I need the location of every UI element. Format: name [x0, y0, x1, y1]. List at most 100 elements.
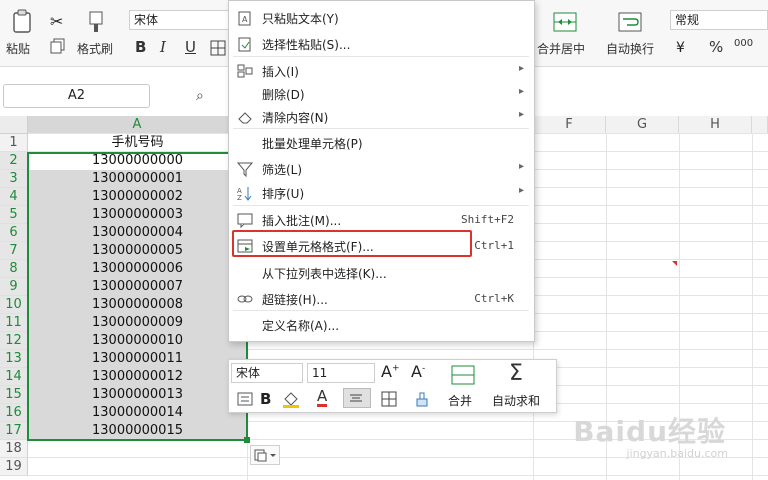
font-name-select[interactable]: 宋体: [129, 10, 229, 30]
menu-item-label: 删除(D): [262, 88, 305, 102]
paste-icon[interactable]: [9, 8, 35, 34]
underline-button[interactable]: U: [185, 38, 196, 56]
menu-item[interactable]: 定义名称(A)...: [229, 312, 532, 338]
row-header[interactable]: 5: [0, 206, 28, 224]
wrap-text-icon[interactable]: [618, 12, 642, 32]
menu-item-label: 插入批注(M)...: [262, 214, 342, 228]
currency-icon[interactable]: ¥: [676, 40, 685, 56]
row-header[interactable]: 12: [0, 332, 28, 350]
menu-item-label: 定义名称(A)...: [262, 319, 340, 333]
menu-item-label: 批量处理单元格(P): [262, 137, 363, 151]
border-icon[interactable]: [210, 40, 226, 56]
clear-format-icon[interactable]: [414, 391, 430, 407]
menu-item[interactable]: A Z 排序(U) ▸: [229, 180, 532, 206]
row-header[interactable]: 3: [0, 170, 28, 188]
format-painter-icon[interactable]: [86, 10, 106, 32]
mini-border-icon[interactable]: [381, 391, 397, 407]
align-center-icon[interactable]: [343, 388, 371, 408]
column-header-i[interactable]: [752, 116, 768, 134]
column-header-g[interactable]: G: [606, 116, 679, 134]
decrease-font-icon[interactable]: A-: [411, 362, 425, 381]
comment-marker: [672, 261, 677, 266]
wrap-icon[interactable]: [237, 391, 253, 407]
row-header[interactable]: 15: [0, 386, 28, 404]
row-header[interactable]: 17: [0, 422, 28, 440]
menu-item-label: 只粘贴文本(Y): [262, 12, 339, 26]
merge-center-button[interactable]: 合并居中: [537, 40, 585, 57]
paste-special-icon: [236, 36, 254, 52]
menu-item[interactable]: 超链接(H)... Ctrl+K: [229, 286, 532, 312]
mini-bold-button[interactable]: B: [260, 390, 271, 408]
row-header[interactable]: 14: [0, 368, 28, 386]
mini-merge-icon[interactable]: [451, 365, 475, 385]
mini-merge-button[interactable]: 合并: [448, 392, 472, 409]
copy-icon[interactable]: [50, 38, 65, 54]
menu-item[interactable]: 选择性粘贴(S)...: [229, 31, 532, 57]
row-header[interactable]: 10: [0, 296, 28, 314]
hyperlink-icon: [236, 291, 254, 307]
selection-range: [27, 152, 248, 441]
submenu-arrow-icon: ▸: [518, 161, 524, 172]
paste-text-icon: A: [236, 10, 254, 26]
paste-button[interactable]: 粘贴: [6, 40, 30, 57]
row-header[interactable]: 1: [0, 134, 28, 152]
filter-icon: [236, 161, 254, 178]
menu-item[interactable]: 从下拉列表中选择(K)...: [229, 260, 532, 286]
row-header[interactable]: 4: [0, 188, 28, 206]
zoom-icon[interactable]: ⌕: [196, 88, 204, 104]
paste-options-button[interactable]: [250, 445, 280, 465]
menu-item-shortcut: Ctrl+K: [474, 292, 514, 305]
column-header-a[interactable]: A: [28, 116, 247, 134]
submenu-arrow-icon: ▸: [518, 185, 524, 196]
fill-handle[interactable]: [244, 437, 250, 443]
menu-separator: [233, 56, 529, 57]
row-header[interactable]: 9: [0, 278, 28, 296]
mini-font-size-select[interactable]: 11: [307, 363, 375, 383]
name-box[interactable]: A2: [3, 84, 150, 108]
row-header[interactable]: 19: [0, 458, 28, 476]
insert-icon: [236, 63, 254, 79]
percent-button[interactable]: %: [709, 38, 723, 56]
autosum-button[interactable]: 自动求和: [492, 392, 540, 409]
bold-button[interactable]: B: [135, 38, 146, 56]
header-cell[interactable]: 手机号码: [28, 134, 247, 152]
wrap-text-button[interactable]: 自动换行: [606, 40, 654, 57]
menu-item[interactable]: A 只粘贴文本(Y): [229, 5, 532, 31]
autosum-icon[interactable]: Σ: [509, 361, 523, 386]
merge-center-icon[interactable]: [553, 12, 577, 32]
menu-item-label: 插入(I): [262, 65, 299, 79]
font-color-icon[interactable]: A: [317, 389, 328, 407]
menu-item[interactable]: 批量处理单元格(P): [229, 130, 532, 156]
row-header[interactable]: 8: [0, 260, 28, 278]
cut-icon[interactable]: ✂: [50, 12, 63, 31]
comment-icon: [236, 212, 254, 229]
italic-button[interactable]: I: [160, 38, 166, 56]
submenu-arrow-icon: ▸: [518, 109, 524, 120]
thousands-button[interactable]: 000: [734, 38, 753, 49]
watermark-url: jingyan.baidu.com: [626, 447, 728, 460]
menu-item-label: 选择性粘贴(S)...: [262, 38, 351, 52]
column-header-f[interactable]: F: [533, 116, 606, 134]
row-header[interactable]: 11: [0, 314, 28, 332]
menu-item-shortcut: Shift+F2: [461, 213, 514, 226]
increase-font-icon[interactable]: A+: [381, 362, 400, 381]
row-header[interactable]: 13: [0, 350, 28, 368]
row-header[interactable]: 18: [0, 440, 28, 458]
mini-font-name-select[interactable]: 宋体: [231, 363, 303, 383]
menu-item[interactable]: 清除内容(N) ▸: [229, 104, 532, 130]
number-format-select[interactable]: 常规: [670, 10, 768, 30]
context-menu: A 只粘贴文本(Y) 选择性粘贴(S)... 插入(I) ▸ 删除(D) ▸ 清除内容(N) ▸…: [228, 0, 535, 342]
menu-item[interactable]: 筛选(L) ▸: [229, 156, 532, 182]
grid-row-line: [28, 475, 768, 476]
menu-separator: [233, 310, 529, 311]
row-header[interactable]: 16: [0, 404, 28, 422]
column-header-h[interactable]: H: [679, 116, 752, 134]
select-all-corner[interactable]: [0, 116, 28, 134]
mini-toolbar: 宋体 11 A+ A- B A 合并 Σ 自动求和: [228, 359, 557, 413]
fill-color-icon[interactable]: [282, 390, 300, 408]
row-header[interactable]: 6: [0, 224, 28, 242]
format-painter-button[interactable]: 格式刷: [77, 40, 113, 57]
menu-separator: [233, 205, 529, 206]
row-header[interactable]: 7: [0, 242, 28, 260]
row-header[interactable]: 2: [0, 152, 28, 170]
